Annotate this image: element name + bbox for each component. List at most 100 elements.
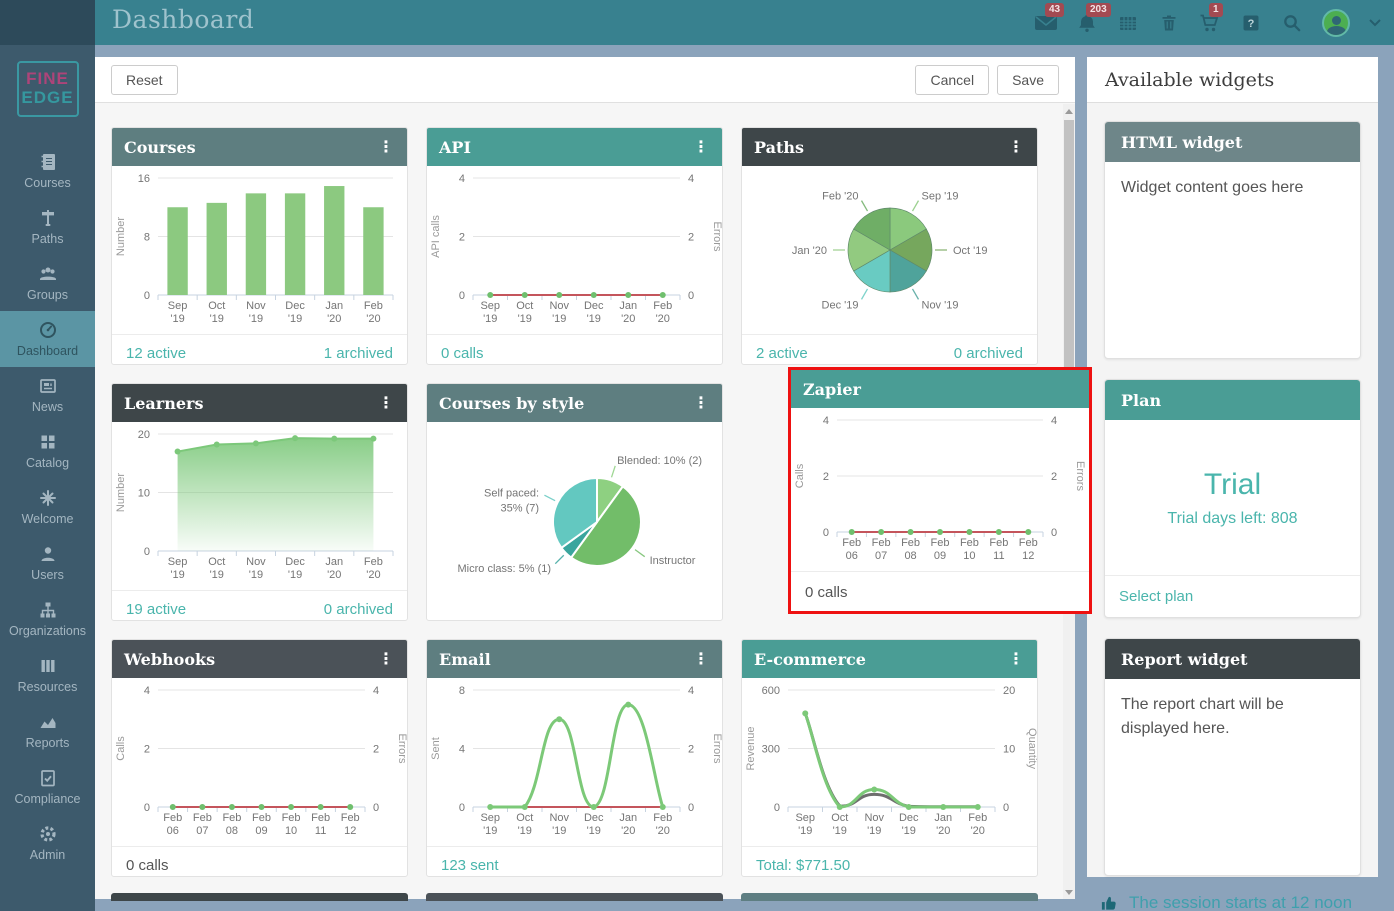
svg-text:Oct: Oct [208,300,225,312]
svg-text:Feb: Feb [282,812,301,824]
learners-active-link[interactable]: 19 active [126,601,186,618]
svg-text:'19: '19 [210,569,224,581]
widget-paths[interactable]: Paths ⋮ Sep '19 Oct '19 Nov '19 Dec '19 Jan … [741,127,1038,365]
widget-title: Plan [1121,390,1162,410]
sidebar-item-news[interactable]: News [0,367,95,423]
partial-widget-header [426,893,723,901]
svg-text:07: 07 [196,825,208,837]
widget-zapier-header[interactable]: Zapier [791,370,1089,408]
widget-paths-header[interactable]: Paths ⋮ [742,128,1037,166]
courses-archived-link[interactable]: 1 archived [324,345,393,362]
kebab-menu-icon[interactable]: ⋮ [692,649,710,669]
api-calls-link[interactable]: 0 calls [441,345,484,362]
kebab-menu-icon[interactable]: ⋮ [692,137,710,157]
svg-text:Revenue: Revenue [745,726,757,770]
available-widget-plan[interactable]: Plan Trial Trial days left: 808 Select p… [1104,379,1361,618]
messages-icon[interactable]: 43 [1034,2,1065,35]
paths-active-link[interactable]: 2 active [756,345,808,362]
sidebar-item-welcome[interactable]: Welcome [0,479,95,535]
svg-text:'20: '20 [621,825,635,837]
available-widget-report[interactable]: Report widget The report chart will be d… [1104,638,1361,876]
widget-learners[interactable]: Learners ⋮ 0 10 20 Number Sep '19 Oct '19 Nov '19… [111,383,408,621]
report-widget-content: The report chart will be displayed here. [1121,696,1284,737]
kebab-menu-icon[interactable]: ⋮ [1007,137,1025,157]
help-icon[interactable]: ? [1239,11,1263,35]
widget-email-header[interactable]: Email ⋮ [427,640,722,678]
svg-text:Feb: Feb [222,812,241,824]
sidebar-item-compliance[interactable]: Compliance [0,759,95,815]
scroll-down-arrow[interactable] [1063,885,1075,899]
people-icon [38,264,58,284]
svg-text:Oct: Oct [516,300,533,312]
sidebar-item-dashboard[interactable]: Dashboard [0,311,95,367]
save-button[interactable]: Save [997,64,1059,95]
fineedge-logo[interactable]: FINE EDGE [16,61,79,117]
sidebar-item-courses[interactable]: Courses [0,143,95,199]
sidebar-item-label: Catalog [25,456,70,470]
cart-badge: 1 [1209,2,1223,17]
svg-text:'19: '19 [210,313,224,325]
widget-courses-header[interactable]: Courses ⋮ [112,128,407,166]
available-widget-html[interactable]: HTML widget Widget content goes here [1104,121,1361,359]
svg-text:Micro class: 5% (1): Micro class: 5% (1) [458,563,552,575]
reset-button[interactable]: Reset [111,64,178,95]
sidebar-item-reports[interactable]: Reports [0,703,95,759]
topbar-icons: 43 203 1 ? [1034,0,1382,45]
sidebar-item-users[interactable]: Users [0,535,95,591]
chevron-down-icon[interactable] [1368,11,1382,35]
trash-icon[interactable] [1157,11,1181,35]
widget-webhooks-header[interactable]: Webhooks ⋮ [112,640,407,678]
select-plan-link[interactable]: Select plan [1119,588,1193,605]
sidebar-item-groups[interactable]: Groups [0,255,95,311]
widget-api-header[interactable]: API ⋮ [427,128,722,166]
widget-webhooks[interactable]: Webhooks ⋮ 0 2 4 0 2 4 Calls Errors Feb 06 Feb 07 Fe… [111,639,408,877]
svg-text:0: 0 [144,546,150,558]
sidebar-item-catalog[interactable]: Catalog [0,423,95,479]
announcement[interactable]: The session starts at 12 noon [1100,893,1380,911]
svg-text:4: 4 [459,744,465,756]
widget-api[interactable]: API ⋮ 0 2 4 0 2 4 API calls Errors Sep '19 Oct '19 N… [426,127,723,365]
svg-text:API calls: API calls [430,215,442,258]
sidebar-item-organizations[interactable]: Organizations [0,591,95,647]
widget-ecommerce[interactable]: E-commerce ⋮ 0 300 600 0 10 20 Revenue Quantity… [741,639,1038,877]
user-avatar[interactable] [1321,8,1351,38]
calendar-grid-icon[interactable] [1116,11,1140,35]
available-widgets-title: Available widgets [1087,57,1378,103]
svg-text:Feb: Feb [163,812,182,824]
sidebar-item-paths[interactable]: Paths [0,199,95,255]
search-icon[interactable] [1280,11,1304,35]
svg-text:4: 4 [823,415,829,427]
svg-text:Feb: Feb [842,537,861,549]
cart-icon[interactable]: 1 [1198,2,1223,35]
sidebar-item-resources[interactable]: Resources [0,647,95,703]
sidebar-item-admin[interactable]: Admin [0,815,95,871]
kebab-menu-icon[interactable]: ⋮ [377,649,395,669]
email-sent-link[interactable]: 123 sent [441,857,499,874]
scroll-up-arrow[interactable] [1063,104,1075,118]
html-widget-header[interactable]: HTML widget [1105,122,1360,162]
report-widget-header[interactable]: Report widget [1105,639,1360,679]
kebab-menu-icon[interactable]: ⋮ [1007,649,1025,669]
widget-email[interactable]: Email ⋮ 0 4 8 0 2 4 Sent Errors Sep '19 Oct '19 Nov '… [426,639,723,877]
widget-courses-by-style-header[interactable]: Courses by style ⋮ [427,384,722,422]
svg-text:Feb '20: Feb '20 [822,190,858,202]
svg-text:?: ? [1248,18,1255,30]
widget-courses[interactable]: Courses ⋮ 0 8 16 Number Sep '19 Oct '19 Nov '19 De… [111,127,408,365]
widget-zapier-highlighted[interactable]: Zapier 0 2 4 0 2 4 Calls Errors Feb 06 Feb 07 Feb 08 F… [788,367,1092,614]
plan-widget-header[interactable]: Plan [1105,380,1360,420]
svg-text:'20: '20 [366,569,380,581]
widget-courses-by-style[interactable]: Courses by style ⋮ Blended: 10% (2) Instr… [426,383,723,621]
svg-text:'19: '19 [518,313,532,325]
svg-text:300: 300 [762,744,780,756]
widget-ecommerce-header[interactable]: E-commerce ⋮ [742,640,1037,678]
notifications-bell-icon[interactable]: 203 [1075,2,1111,35]
paths-archived-link[interactable]: 0 archived [954,345,1023,362]
cancel-button[interactable]: Cancel [915,64,990,95]
kebab-menu-icon[interactable]: ⋮ [692,393,710,413]
learners-archived-link[interactable]: 0 archived [324,601,393,618]
courses-active-link[interactable]: 12 active [126,345,186,362]
kebab-menu-icon[interactable]: ⋮ [377,137,395,157]
widget-learners-header[interactable]: Learners ⋮ [112,384,407,422]
kebab-menu-icon[interactable]: ⋮ [377,393,395,413]
ecommerce-total-link[interactable]: Total: $771.50 [756,857,850,874]
